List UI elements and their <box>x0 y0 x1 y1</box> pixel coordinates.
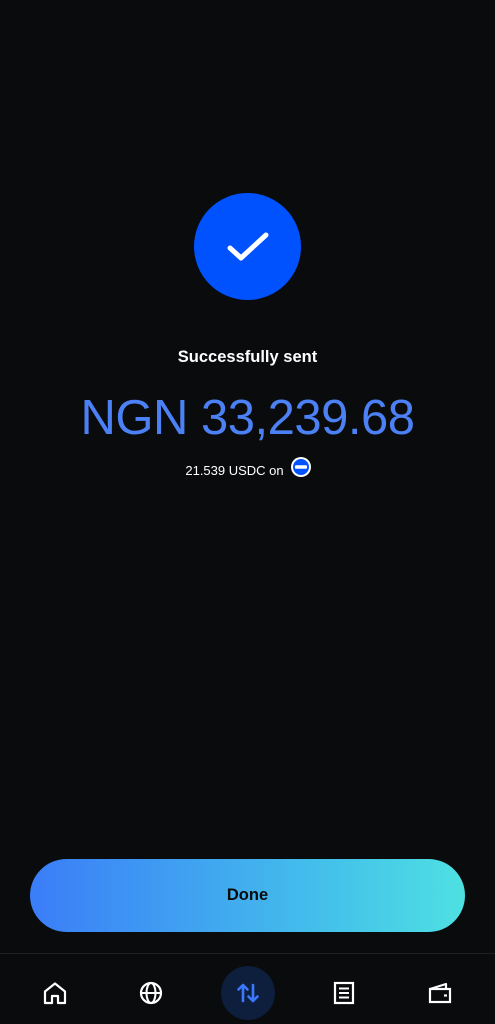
checkmark-icon <box>227 232 268 260</box>
nav-send[interactable] <box>220 965 276 1021</box>
success-badge <box>194 193 301 300</box>
bottom-navigation <box>0 954 495 1024</box>
nav-activity[interactable] <box>319 965 369 1021</box>
status-title: Successfully sent <box>177 348 318 366</box>
crypto-amount-row: 21.539 USDC on <box>0 457 495 480</box>
base-network-icon <box>290 456 311 477</box>
done-button[interactable]: Done <box>30 859 465 932</box>
crypto-amount: 21.539 USDC on <box>185 462 284 478</box>
wallet-icon <box>428 982 452 1004</box>
nav-explore[interactable] <box>126 965 176 1021</box>
nav-home[interactable] <box>30 965 80 1021</box>
transfer-arrows-icon <box>237 983 259 1003</box>
globe-icon <box>139 981 163 1005</box>
home-icon <box>43 982 67 1005</box>
fiat-amount: NGN 33,239.68 <box>80 391 416 445</box>
transaction-success-screen: Successfully sent NGN 33,239.68 21.539 U… <box>0 0 495 1024</box>
active-nav-indicator <box>221 966 275 1020</box>
document-list-icon <box>333 981 355 1005</box>
nav-wallet[interactable] <box>415 965 465 1021</box>
